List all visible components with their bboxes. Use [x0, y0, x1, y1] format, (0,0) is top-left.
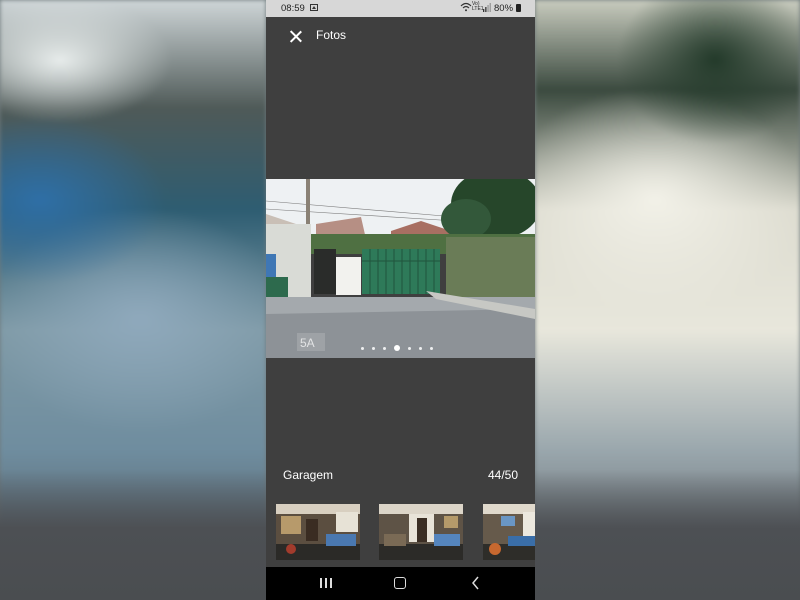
thumbnail-strip [276, 504, 535, 560]
system-nav-bar [266, 567, 535, 600]
viewer-header: Fotos [266, 17, 535, 55]
photo-pager [361, 344, 451, 352]
pager-dot[interactable] [419, 346, 422, 350]
phone-screen: 08:59 Vo) LTE1 80% Fotos 5A Garagem 44/5… [266, 0, 535, 600]
close-icon[interactable] [288, 29, 304, 45]
pager-dot[interactable] [430, 346, 433, 350]
pager-dot[interactable] [361, 346, 364, 350]
wifi-icon [460, 2, 472, 12]
recent-apps-icon[interactable] [319, 577, 333, 589]
thumbnail-3[interactable] [483, 504, 535, 560]
gallery-icon [310, 4, 318, 11]
home-icon[interactable] [394, 577, 406, 589]
page-title: Fotos [316, 28, 347, 42]
photo-caption: Garagem [283, 468, 334, 482]
thumbnail-1[interactable] [276, 504, 360, 560]
watermark-text: 5A [300, 336, 315, 350]
pager-dot[interactable] [408, 346, 411, 350]
status-time: 08:59 [281, 3, 305, 14]
back-icon[interactable] [471, 576, 481, 590]
battery-percent: 80% [494, 3, 514, 14]
pager-dot[interactable] [372, 346, 375, 350]
pager-dot-active[interactable] [394, 345, 400, 351]
pager-dot[interactable] [383, 346, 386, 350]
battery-icon [516, 4, 521, 12]
status-bar: 08:59 Vo) LTE1 80% [266, 0, 535, 17]
photo-counter: 44/50 [487, 468, 518, 482]
thumbnail-2[interactable] [379, 504, 463, 560]
signal-icon [483, 3, 491, 12]
main-photo[interactable] [266, 179, 535, 358]
watermark-logo: 5A [297, 333, 325, 351]
garage-photo-image [266, 179, 535, 358]
